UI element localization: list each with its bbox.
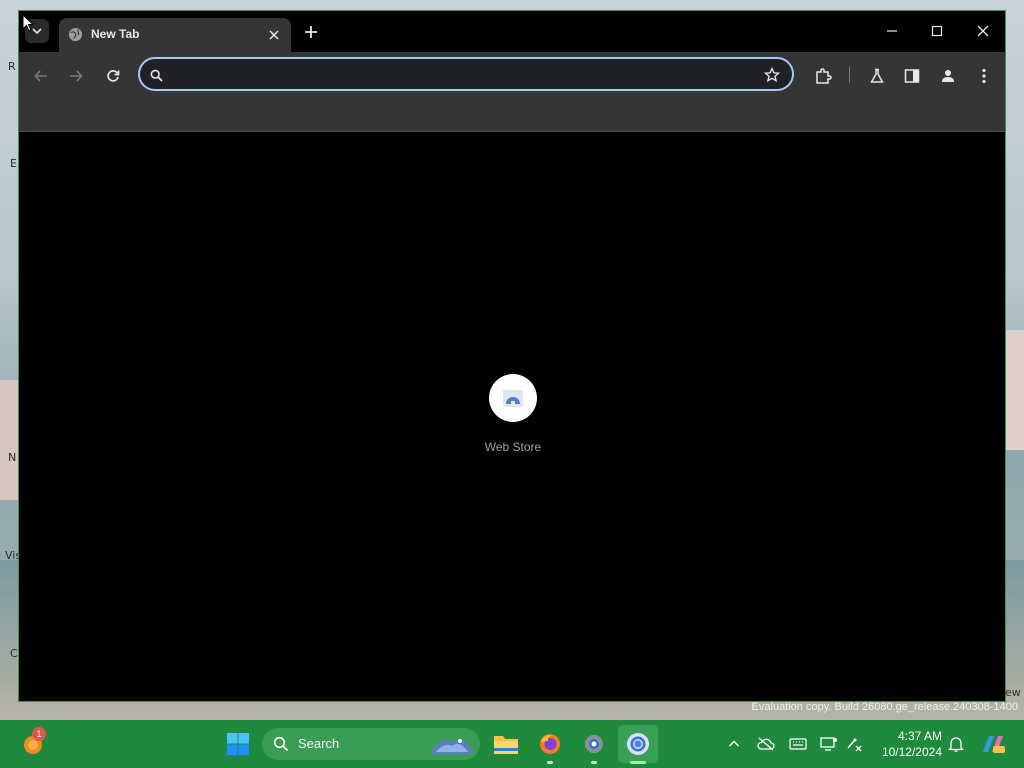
notification-badge: 1: [32, 727, 46, 741]
file-explorer-button[interactable]: [490, 728, 522, 760]
address-bar[interactable]: [138, 57, 794, 91]
more-vert-icon: [982, 68, 986, 84]
start-icon: [227, 733, 249, 755]
tab-close-button[interactable]: [265, 26, 283, 44]
maximize-icon: [931, 25, 943, 37]
desktop-icon-label-1: R: [8, 60, 16, 73]
web-store-icon: [503, 390, 523, 407]
bookmark-star-icon[interactable]: [764, 67, 780, 83]
tab-title: New Tab: [91, 27, 140, 41]
settings-icon: [585, 735, 603, 753]
arrow-right-icon: [70, 70, 83, 82]
evaluation-watermark: Evaluation copy. Build 26080.ge_release.…: [751, 701, 1018, 713]
toolbar-separator: [849, 67, 850, 83]
desktop-icon-label-3: N: [8, 451, 17, 464]
copilot-icon: [983, 736, 1005, 753]
desktop-icon-label-2: E: [10, 157, 17, 170]
clock-time: 4:37 AM: [897, 729, 942, 743]
side-panel-icon: [904, 69, 920, 83]
file-explorer-icon: [494, 736, 518, 754]
chrome-running-indicator: [630, 761, 646, 764]
flask-icon: [870, 68, 884, 83]
desktop-icon-label-5: C: [10, 647, 18, 660]
shortcut-label: Web Store: [484, 440, 542, 454]
new-tab-button[interactable]: [301, 22, 321, 42]
copilot-button[interactable]: [980, 734, 1006, 754]
browser-toolbar: [19, 52, 1005, 132]
browser-window: New Tab Web Store: [18, 10, 1006, 702]
shortcut-icon-circle: [489, 374, 537, 422]
keyboard-icon: [789, 738, 807, 750]
network-button[interactable]: [845, 734, 865, 754]
labs-button[interactable]: [865, 64, 889, 88]
firefox-running-indicator: [547, 761, 553, 764]
search-icon: [148, 67, 164, 83]
bell-icon: [948, 737, 964, 752]
show-hidden-icons-button[interactable]: [724, 734, 744, 754]
chrome-icon: [627, 733, 649, 755]
search-label: Search: [298, 736, 340, 751]
settings-button[interactable]: [578, 728, 610, 760]
chrome-button[interactable]: [622, 728, 654, 760]
desktop-label-fragment: ew: [1005, 686, 1021, 699]
shortcut-web-store[interactable]: Web Store: [468, 372, 558, 462]
title-bar: New Tab: [19, 11, 1005, 52]
forward-button[interactable]: [64, 64, 88, 88]
puzzle-icon: [816, 68, 832, 84]
search-icon: [273, 736, 289, 752]
clock-date: 10/12/2024: [881, 745, 942, 759]
clock[interactable]: 4:37 AM 10/12/2024: [872, 728, 942, 760]
onedrive-button[interactable]: [756, 734, 776, 754]
profile-button[interactable]: [936, 64, 960, 88]
globe-icon: [68, 27, 83, 42]
close-icon: [977, 25, 989, 37]
close-window-button[interactable]: [971, 20, 995, 42]
arrow-left-icon: [34, 70, 47, 82]
display-button[interactable]: [819, 734, 839, 754]
wallpaper-right-strip: [1006, 330, 1024, 450]
wallpaper-left-strip: [0, 380, 18, 500]
input-indicator-button[interactable]: [788, 734, 808, 754]
plus-icon: [305, 26, 317, 38]
back-button[interactable]: [29, 64, 53, 88]
minimize-icon: [887, 30, 897, 32]
display-icon: [820, 737, 837, 751]
start-button[interactable]: [222, 728, 254, 760]
address-input[interactable]: [172, 63, 756, 87]
notifications-button[interactable]: [946, 734, 966, 754]
extensions-button[interactable]: [811, 64, 835, 88]
maximize-button[interactable]: [925, 20, 949, 42]
tab-new-tab[interactable]: New Tab: [59, 18, 291, 52]
close-icon: [269, 30, 279, 40]
person-icon: [942, 70, 954, 82]
side-panel-button[interactable]: [900, 64, 924, 88]
settings-running-indicator: [591, 761, 597, 764]
minimize-button[interactable]: [880, 20, 904, 42]
firefox-icon: [540, 734, 560, 754]
reload-icon: [107, 70, 120, 82]
search-highlight-icon: [432, 739, 472, 754]
firefox-button[interactable]: [534, 728, 566, 760]
reload-button[interactable]: [101, 64, 125, 88]
cloud-off-icon: [757, 737, 775, 751]
new-tab-page: Web Store: [19, 132, 1005, 701]
taskbar: 1 Search 4:37 AM 10/12/2024: [0, 720, 1024, 768]
taskbar-search[interactable]: Search: [262, 728, 480, 760]
mouse-cursor-icon: [22, 14, 34, 32]
chevron-up-icon: [729, 740, 739, 747]
network-icon: [847, 738, 862, 752]
menu-button[interactable]: [972, 64, 996, 88]
